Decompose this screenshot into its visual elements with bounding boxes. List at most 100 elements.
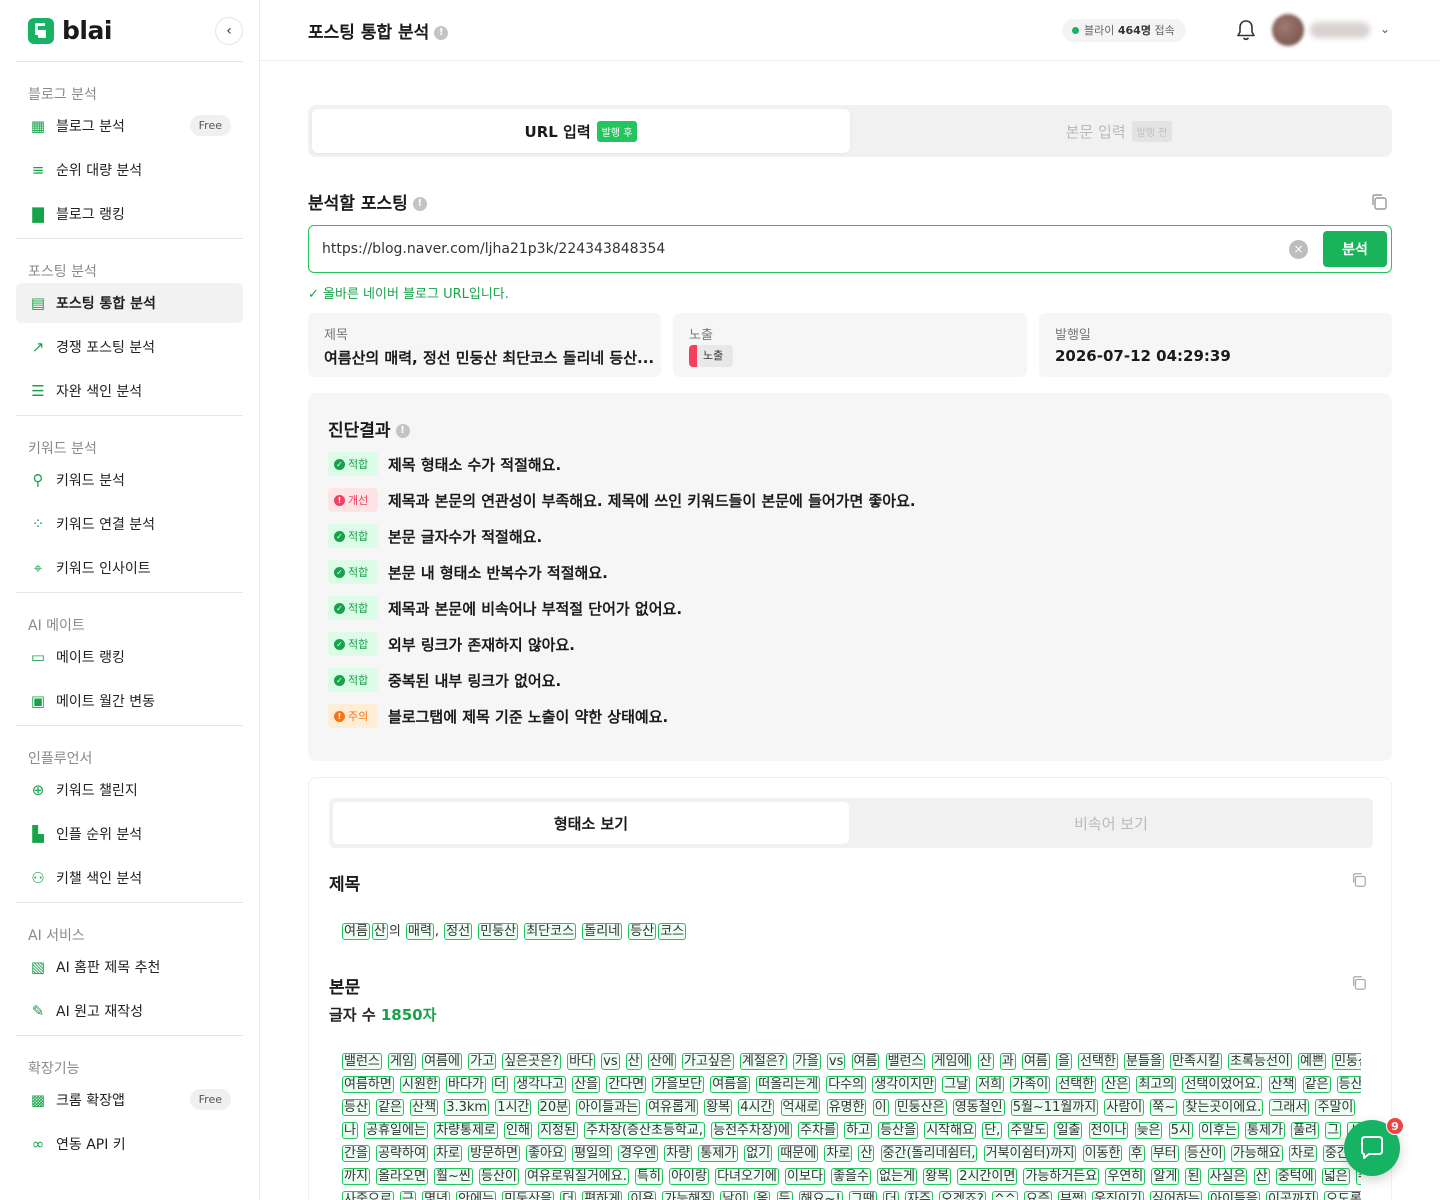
morpheme-token: 이후는 (1199, 1122, 1239, 1139)
status-badge-label: 적합 (348, 530, 369, 543)
tab-morpheme-view[interactable]: 형태소 보기 (333, 802, 849, 844)
posting-heading: 분석할 포스팅! (308, 189, 427, 214)
info-icon[interactable]: ! (412, 197, 427, 211)
morpheme-token: 최단코스 (524, 923, 577, 940)
morpheme-token: 더 (492, 1076, 509, 1093)
diagnosis-text: 제목 형태소 수가 적절해요. (388, 455, 562, 474)
blog-analysis-icon: ▦ (30, 117, 46, 135)
sidebar-item[interactable]: ▣ 메이트 월간 변동 (16, 681, 243, 721)
sidebar-item[interactable]: ▦ 블로그 분석 Free (16, 106, 243, 146)
sidebar-item[interactable]: ✎ AI 원고 재작성 (16, 991, 243, 1031)
user-name-blurred[interactable] (1310, 22, 1370, 38)
logo[interactable]: blai ‹ (0, 0, 259, 61)
sidebar-item[interactable]: ▤ 포스팅 통합 분석 (16, 283, 243, 323)
sidebar-section-title: AI 서비스 (28, 928, 85, 944)
sidebar-item[interactable]: ▩ 크롬 확장앱 Free (16, 1080, 243, 1120)
morpheme-token: 산 (625, 1053, 642, 1070)
clear-input-icon[interactable]: × (1289, 240, 1308, 259)
alert-icon: ! (334, 494, 345, 506)
online-prefix: 블라이 (1084, 24, 1118, 37)
diagnosis-title-text: 진단결과 (328, 421, 391, 441)
sidebar-item[interactable]: ⚲ 키워드 분석 (16, 460, 243, 500)
morpheme-token: 날이 (720, 1191, 749, 1200)
morpheme-token: 다녀오기에 (715, 1168, 779, 1185)
url-input-box[interactable]: https://blog.naver.com/ljha21p3k/2243438… (308, 225, 1392, 273)
morpheme-token: 싫어하는 (1150, 1191, 1202, 1200)
morpheme-token: 의 (388, 924, 405, 939)
copy-icon[interactable] (1370, 193, 1388, 211)
morpheme-token: 산책 (1268, 1076, 1297, 1093)
logo-text: blai (62, 16, 112, 45)
sidebar-item[interactable]: ▭ 메이트 랭킹 (16, 637, 243, 677)
morpheme-token: 주차를 (798, 1122, 838, 1139)
chevron-down-icon[interactable]: ⌄ (1380, 22, 1390, 36)
info-icon[interactable]: ! (434, 25, 449, 40)
body-morpheme-text: 밸런스 게임 여름에 가고 싶은곳은? 바다 vs 산 산에 가고싶은 계절은?… (341, 1050, 1361, 1200)
sidebar-item[interactable]: ☰ 자완 색인 분석 (16, 371, 243, 411)
morpheme-token: 왕복 (704, 1099, 733, 1116)
morpheme-token (577, 924, 581, 939)
sidebar-item[interactable]: ⁘ 키워드 연결 분석 (16, 504, 243, 544)
list-icon: ☰ (31, 382, 45, 400)
morpheme-token: 여유롭게 (646, 1099, 698, 1116)
morpheme-token: 선택한 (1078, 1053, 1118, 1070)
sidebar-item[interactable]: ▙ 인플 순위 분석 (16, 814, 243, 854)
morpheme-token: 가고 (468, 1053, 497, 1070)
document-icon: ▭ (30, 648, 46, 666)
morpheme-token: 아이랑 (669, 1168, 709, 1185)
tab-url-input[interactable]: URL 입력 발행 후 (312, 109, 850, 153)
info-icon[interactable]: ! (395, 424, 410, 438)
status-badge-label: 주의 (348, 710, 369, 723)
bell-icon[interactable] (1235, 18, 1257, 42)
diagnosis-row: ✓ 적합 제목과 본문에 비속어나 부적절 단어가 없어요. (328, 595, 682, 621)
morpheme-token: 아이들을 (1208, 1191, 1260, 1200)
tab-label: 본문 입력 (1065, 122, 1126, 141)
morpheme-token: 과 (999, 1053, 1016, 1070)
copy-icon[interactable] (1351, 872, 1367, 888)
body-line: 나 공휴일에는 차량통제로 인해 지정된 주차장(증산초등학교, 능전주차장)에… (341, 1119, 1361, 1142)
morpheme-token: 산 (858, 1145, 875, 1162)
body-line: 사중으로 근 몇년 안에는 민둥산을 더 편하게 이용 가능해질 날이 올 듯 … (341, 1188, 1361, 1200)
sidebar-item[interactable]: ⚇ 키챌 색인 분석 (16, 858, 243, 898)
meta-label: 노출 (689, 328, 713, 343)
sidebar-item[interactable]: ↗ 경쟁 포스팅 분석 (16, 327, 243, 367)
collapse-sidebar-button[interactable]: ‹ (215, 17, 243, 45)
sidebar-item-label: AI 원고 재작성 (56, 1004, 144, 1020)
tab-body-input[interactable]: 본문 입력 발행 전 (850, 109, 1388, 153)
sidebar-item[interactable]: ▇ 블로그 랭킹 (16, 194, 243, 234)
status-badge: ✓ 적합 (328, 596, 378, 620)
free-badge: Free (189, 1089, 231, 1110)
morpheme-token: 20분 (537, 1099, 571, 1116)
sidebar-item[interactable]: ⊕ 키워드 챌린지 (16, 770, 243, 810)
morpheme-token: vs (601, 1053, 620, 1070)
sidebar-item[interactable]: ⌖ 키워드 인사이트 (16, 548, 243, 588)
url-input[interactable]: https://blog.naver.com/ljha21p3k/2243438… (322, 241, 665, 257)
morpheme-token: 시원한 (399, 1076, 440, 1093)
calendar-icon: ▣ (30, 692, 46, 710)
morpheme-token: 통제가 (698, 1145, 739, 1162)
diagnosis-row: ✓ 적합 본문 글자수가 적절해요. (328, 523, 542, 549)
morpheme-token: 이용 (628, 1191, 657, 1200)
morpheme-token: 쭉~ (1150, 1099, 1178, 1116)
sidebar-item[interactable]: ≡ 순위 대량 분석 (16, 150, 243, 190)
sidebar-item-label: 키워드 챌린지 (56, 783, 138, 799)
sidebar-item[interactable]: ∞ 연동 API 키 (16, 1124, 243, 1164)
network-icon: ⁘ (31, 515, 45, 533)
sidebar-item-label: 경쟁 포스팅 분석 (56, 340, 156, 356)
sidebar-section-title: 포스팅 분석 (28, 264, 97, 280)
topbar: 포스팅 통합 분석! 블라이 464명 접속 ⌄ (260, 0, 1440, 61)
morpheme-token (473, 924, 477, 939)
sidebar-item[interactable]: ▧ AI 홈판 제목 추천 (16, 947, 243, 987)
tab-profanity-view[interactable]: 비속어 보기 (853, 802, 1369, 844)
copy-icon[interactable] (1351, 975, 1367, 991)
morpheme-token: 여름 (851, 1053, 880, 1070)
morpheme-token: 방문하면 (468, 1145, 520, 1162)
morpheme-token: 없는게 (877, 1168, 917, 1185)
status-badge-label: 개선 (348, 494, 369, 507)
sidebar-section: AI 메이트 ▭ 메이트 랭킹 ▣ 메이트 월간 변동 (0, 593, 259, 721)
analyze-button[interactable]: 분석 (1323, 231, 1387, 267)
morpheme-token: 올 (754, 1191, 771, 1200)
competition-chart-icon: ↗ (31, 338, 45, 356)
avatar[interactable] (1272, 14, 1304, 46)
morpheme-token: 더 (560, 1191, 577, 1200)
